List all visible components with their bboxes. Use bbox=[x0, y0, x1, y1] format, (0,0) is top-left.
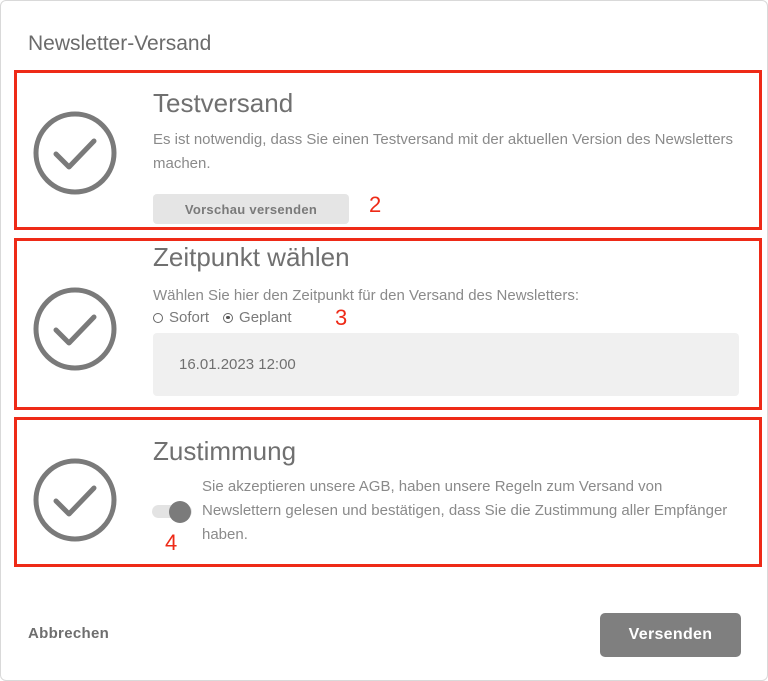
section-heading: Zustimmung bbox=[153, 436, 297, 466]
radio-option-geplant[interactable]: Geplant bbox=[223, 309, 292, 326]
radio-option-sofort[interactable]: Sofort bbox=[153, 309, 209, 326]
radio-button-checked-icon[interactable] bbox=[223, 312, 234, 323]
check-circle-icon bbox=[32, 457, 118, 543]
cancel-button[interactable]: Abbrechen bbox=[28, 625, 109, 642]
toggle-knob[interactable] bbox=[169, 501, 191, 523]
consent-toggle[interactable] bbox=[152, 501, 194, 523]
schedule-datetime-input[interactable]: 16.01.2023 12:00 bbox=[153, 333, 739, 396]
radio-label: Sofort bbox=[169, 309, 210, 326]
radio-button-icon[interactable] bbox=[153, 312, 163, 323]
newsletter-dialog: Newsletter-Versand Testversand Es ist no… bbox=[0, 0, 768, 681]
annotation-number: 3 bbox=[335, 305, 348, 330]
send-button[interactable]: Versenden bbox=[600, 613, 741, 657]
preview-send-button[interactable]: Vorschau versenden bbox=[153, 194, 349, 224]
section-heading: Zeitpunkt wählen bbox=[153, 242, 350, 272]
section-description: Wählen Sie hier den Zeitpunkt für den Ve… bbox=[153, 287, 580, 304]
section-zustimmung: Zustimmung Sie akzeptieren unsere AGB, h… bbox=[14, 417, 762, 567]
dialog-title: Newsletter-Versand bbox=[28, 32, 212, 55]
annotation-number: 4 bbox=[165, 530, 178, 555]
section-zeitpunkt: Zeitpunkt wählen Wählen Sie hier den Zei… bbox=[14, 238, 762, 410]
radio-label: Geplant bbox=[239, 309, 292, 326]
section-testversand: Testversand Es ist notwendig, dass Sie e… bbox=[14, 70, 762, 230]
send-time-radio-group: Sofort Geplant bbox=[153, 309, 306, 326]
section-heading: Testversand bbox=[153, 88, 294, 118]
check-circle-icon bbox=[32, 286, 118, 372]
check-circle-icon bbox=[32, 110, 118, 196]
consent-text: Sie akzeptieren unsere AGB, haben unsere… bbox=[202, 478, 728, 543]
section-description: Es ist notwendig, dass Sie einen Testver… bbox=[153, 131, 734, 172]
annotation-number: 2 bbox=[369, 192, 382, 217]
